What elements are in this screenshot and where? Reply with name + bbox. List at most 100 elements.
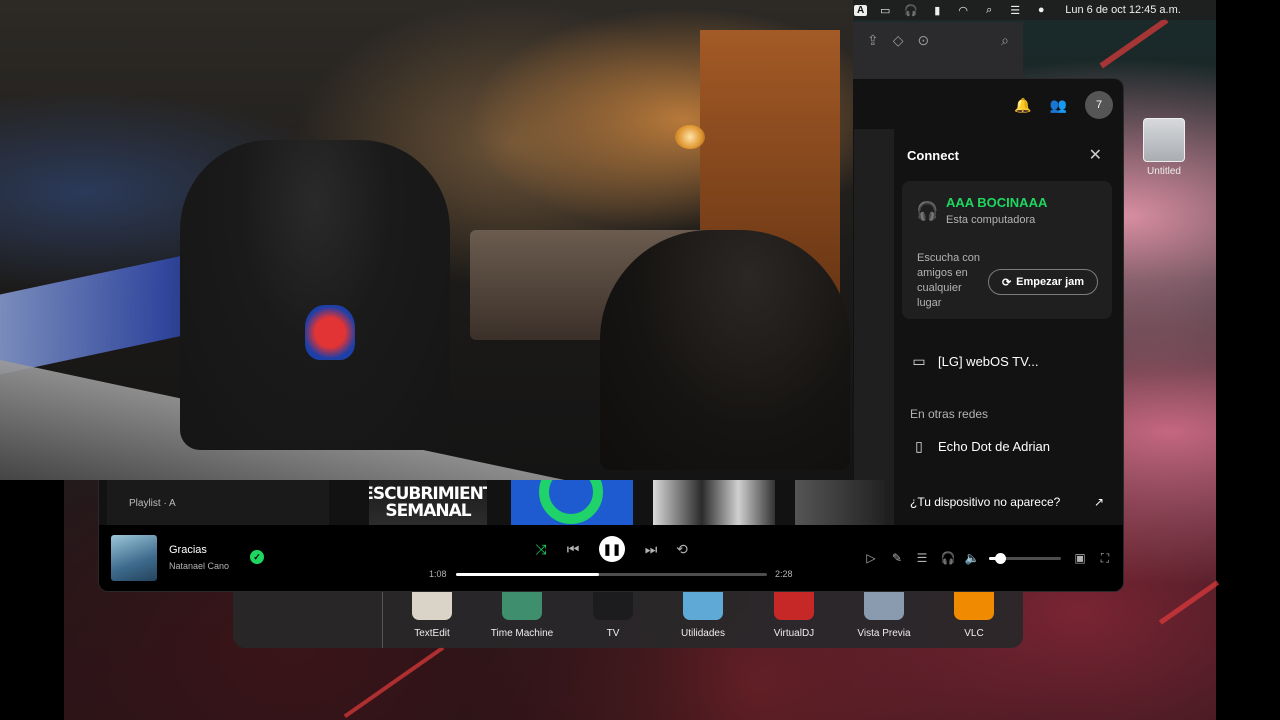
close-icon[interactable]: ✕ bbox=[1089, 145, 1102, 165]
next-track-icon[interactable]: ⏭ bbox=[641, 541, 661, 558]
wallpaper-streak bbox=[1099, 17, 1169, 69]
start-jam-label: Empezar jam bbox=[1016, 276, 1085, 288]
dock-item-label: Utilidades bbox=[681, 628, 725, 639]
current-device-name: AAA BOCINAAA bbox=[946, 195, 1048, 210]
volume-icon[interactable]: 🔈 bbox=[964, 551, 980, 565]
lyrics-icon[interactable]: ✎ bbox=[889, 551, 905, 565]
discover-weekly-label: DESCUBRIMIENTO SEMANAL bbox=[369, 483, 487, 521]
tag-icon[interactable]: ◇ bbox=[893, 32, 904, 49]
jam-icon: ⟳ bbox=[1001, 276, 1012, 289]
previous-track-icon[interactable]: ⏮ bbox=[563, 541, 583, 558]
friend-activity-icon[interactable]: 👥 bbox=[1050, 97, 1067, 114]
playlist-cover-art bbox=[539, 480, 603, 524]
volume-fill bbox=[989, 553, 1006, 564]
more-options-icon[interactable]: ⊙ bbox=[918, 32, 930, 49]
artist-card[interactable] bbox=[795, 480, 885, 525]
dock-item-label: Vista Previa bbox=[857, 628, 911, 639]
webcam-shirt-graphic bbox=[305, 305, 355, 360]
siri-icon[interactable]: ● bbox=[1033, 4, 1049, 16]
discover-weekly-card[interactable]: DESCUBRIMIENTO SEMANAL bbox=[369, 480, 487, 525]
spotify-topbar: 🔔 👥 7 bbox=[1014, 91, 1113, 119]
dock-item-virtualdj[interactable]: VirtualDJ bbox=[751, 592, 837, 639]
menu-bar: A ▭ 🎧 ▮ ◠ ⌕ ☰ ● Lun 6 de oct 12:45 a.m. bbox=[848, 0, 1216, 20]
webcam-person bbox=[600, 230, 850, 470]
track-artist[interactable]: Natanael Cano bbox=[169, 561, 229, 571]
device-not-appearing-label: ¿Tu dispositivo no aparece? bbox=[910, 495, 1061, 509]
search-icon[interactable]: ⌕ bbox=[981, 4, 997, 17]
menu-bar-clock[interactable]: Lun 6 de oct 12:45 a.m. bbox=[1065, 4, 1181, 16]
headphones-icon[interactable]: 🎧 bbox=[903, 4, 919, 17]
dock-item-tv[interactable]: TV bbox=[570, 592, 656, 639]
apple-tv-icon bbox=[593, 592, 633, 620]
track-title[interactable]: Gracias bbox=[169, 544, 207, 556]
shuffle-icon[interactable]: ⤨ bbox=[531, 541, 551, 558]
tv-icon: ▭ bbox=[912, 353, 926, 369]
main-content-edge bbox=[854, 129, 894, 525]
desktop-drive-untitled[interactable]: Untitled bbox=[1140, 118, 1188, 177]
dock-item-textedit[interactable]: TextEdit bbox=[389, 592, 475, 639]
speaker-icon: ▯ bbox=[915, 438, 923, 454]
dock: TextEdit Time Machine TV Utilidades Virt… bbox=[233, 592, 1023, 648]
playlist-card[interactable] bbox=[511, 480, 633, 525]
dock-item-vlc[interactable]: VLC bbox=[931, 592, 1017, 639]
other-networks-heading: En otras redes bbox=[910, 407, 989, 421]
input-source-indicator[interactable]: A bbox=[854, 4, 868, 16]
dock-item-preview[interactable]: Vista Previa bbox=[841, 592, 927, 639]
volume-slider[interactable] bbox=[989, 553, 1061, 564]
share-icon[interactable]: ⇪ bbox=[867, 32, 879, 49]
control-center-icon[interactable]: ☰ bbox=[1007, 4, 1023, 17]
avatar[interactable]: 7 bbox=[1085, 91, 1113, 119]
now-playing-bar: Gracias Natanael Cano ✓ ⤨ ⏮ ❚❚ ⏭ ⟲ 1:08 … bbox=[99, 525, 1123, 591]
start-jam-button[interactable]: ⟳ Empezar jam bbox=[988, 269, 1098, 295]
display-icon[interactable]: ▭ bbox=[877, 4, 893, 17]
miniplayer-icon[interactable]: ▣ bbox=[1072, 551, 1088, 565]
device-row-lg-tv[interactable]: ▭ [LG] webOS TV... bbox=[910, 353, 1038, 370]
webcam-person bbox=[180, 140, 450, 450]
wallpaper-streak bbox=[343, 645, 445, 719]
pause-button[interactable]: ❚❚ bbox=[599, 536, 625, 562]
now-playing-view-icon[interactable]: ▷ bbox=[863, 551, 879, 565]
artist-card[interactable] bbox=[653, 480, 775, 525]
playlist-card-label: Playlist · A bbox=[129, 498, 176, 509]
dock-item-label: VLC bbox=[964, 628, 984, 639]
battery-icon[interactable]: ▮ bbox=[929, 4, 945, 17]
utilities-folder-icon bbox=[683, 592, 723, 620]
time-elapsed: 1:08 bbox=[429, 569, 447, 579]
dock-separator bbox=[382, 592, 383, 648]
saved-check-icon[interactable]: ✓ bbox=[250, 550, 264, 564]
device-not-appearing-link[interactable]: ¿Tu dispositivo no aparece? ↗ bbox=[910, 495, 1104, 509]
album-cover[interactable] bbox=[111, 535, 157, 581]
current-device-card: 🎧 AAA BOCINAAA Esta computadora Escucha … bbox=[902, 181, 1112, 319]
playback-progress-bar[interactable] bbox=[456, 573, 767, 576]
external-link-icon: ↗ bbox=[1093, 495, 1104, 509]
search-icon[interactable]: ⌕ bbox=[1001, 32, 1009, 49]
repeat-icon[interactable]: ⟲ bbox=[672, 541, 692, 558]
wifi-icon[interactable]: ◠ bbox=[955, 4, 971, 17]
virtualdj-icon bbox=[774, 592, 814, 620]
connect-title: Connect bbox=[907, 148, 959, 163]
drive-icon bbox=[1143, 118, 1185, 162]
device-row-echo-dot[interactable]: ▯ Echo Dot de Adrian bbox=[910, 438, 1050, 455]
device-name: [LG] webOS TV... bbox=[938, 354, 1039, 369]
vlc-icon bbox=[954, 592, 994, 620]
playlist-card[interactable]: Playlist · A bbox=[107, 480, 329, 525]
fullscreen-icon[interactable]: ⛶ bbox=[1097, 551, 1113, 566]
preview-icon bbox=[864, 592, 904, 620]
dock-item-utilities[interactable]: Utilidades bbox=[660, 592, 746, 639]
dock-item-time-machine[interactable]: Time Machine bbox=[479, 592, 565, 639]
headphones-icon: 🎧 bbox=[916, 201, 939, 221]
connect-device-icon[interactable]: 🎧 bbox=[940, 551, 956, 565]
jam-description: Escucha con amigos en cualquier lugar bbox=[917, 252, 980, 309]
connect-panel: Connect ✕ 🎧 AAA BOCINAAA Esta computador… bbox=[894, 129, 1122, 525]
notifications-icon[interactable]: 🔔 bbox=[1014, 97, 1031, 114]
volume-handle[interactable] bbox=[994, 553, 1006, 564]
playback-progress-fill bbox=[456, 573, 600, 576]
webcam-overlay bbox=[0, 0, 853, 480]
webcam-scene-lamp bbox=[675, 125, 705, 149]
device-name: Echo Dot de Adrian bbox=[938, 439, 1051, 454]
queue-icon[interactable]: ☰ bbox=[914, 551, 930, 565]
wallpaper-streak bbox=[1158, 580, 1220, 625]
dock-item-label: TextEdit bbox=[414, 628, 450, 639]
dock-item-label: TV bbox=[606, 628, 620, 639]
time-total: 2:28 bbox=[775, 569, 793, 579]
